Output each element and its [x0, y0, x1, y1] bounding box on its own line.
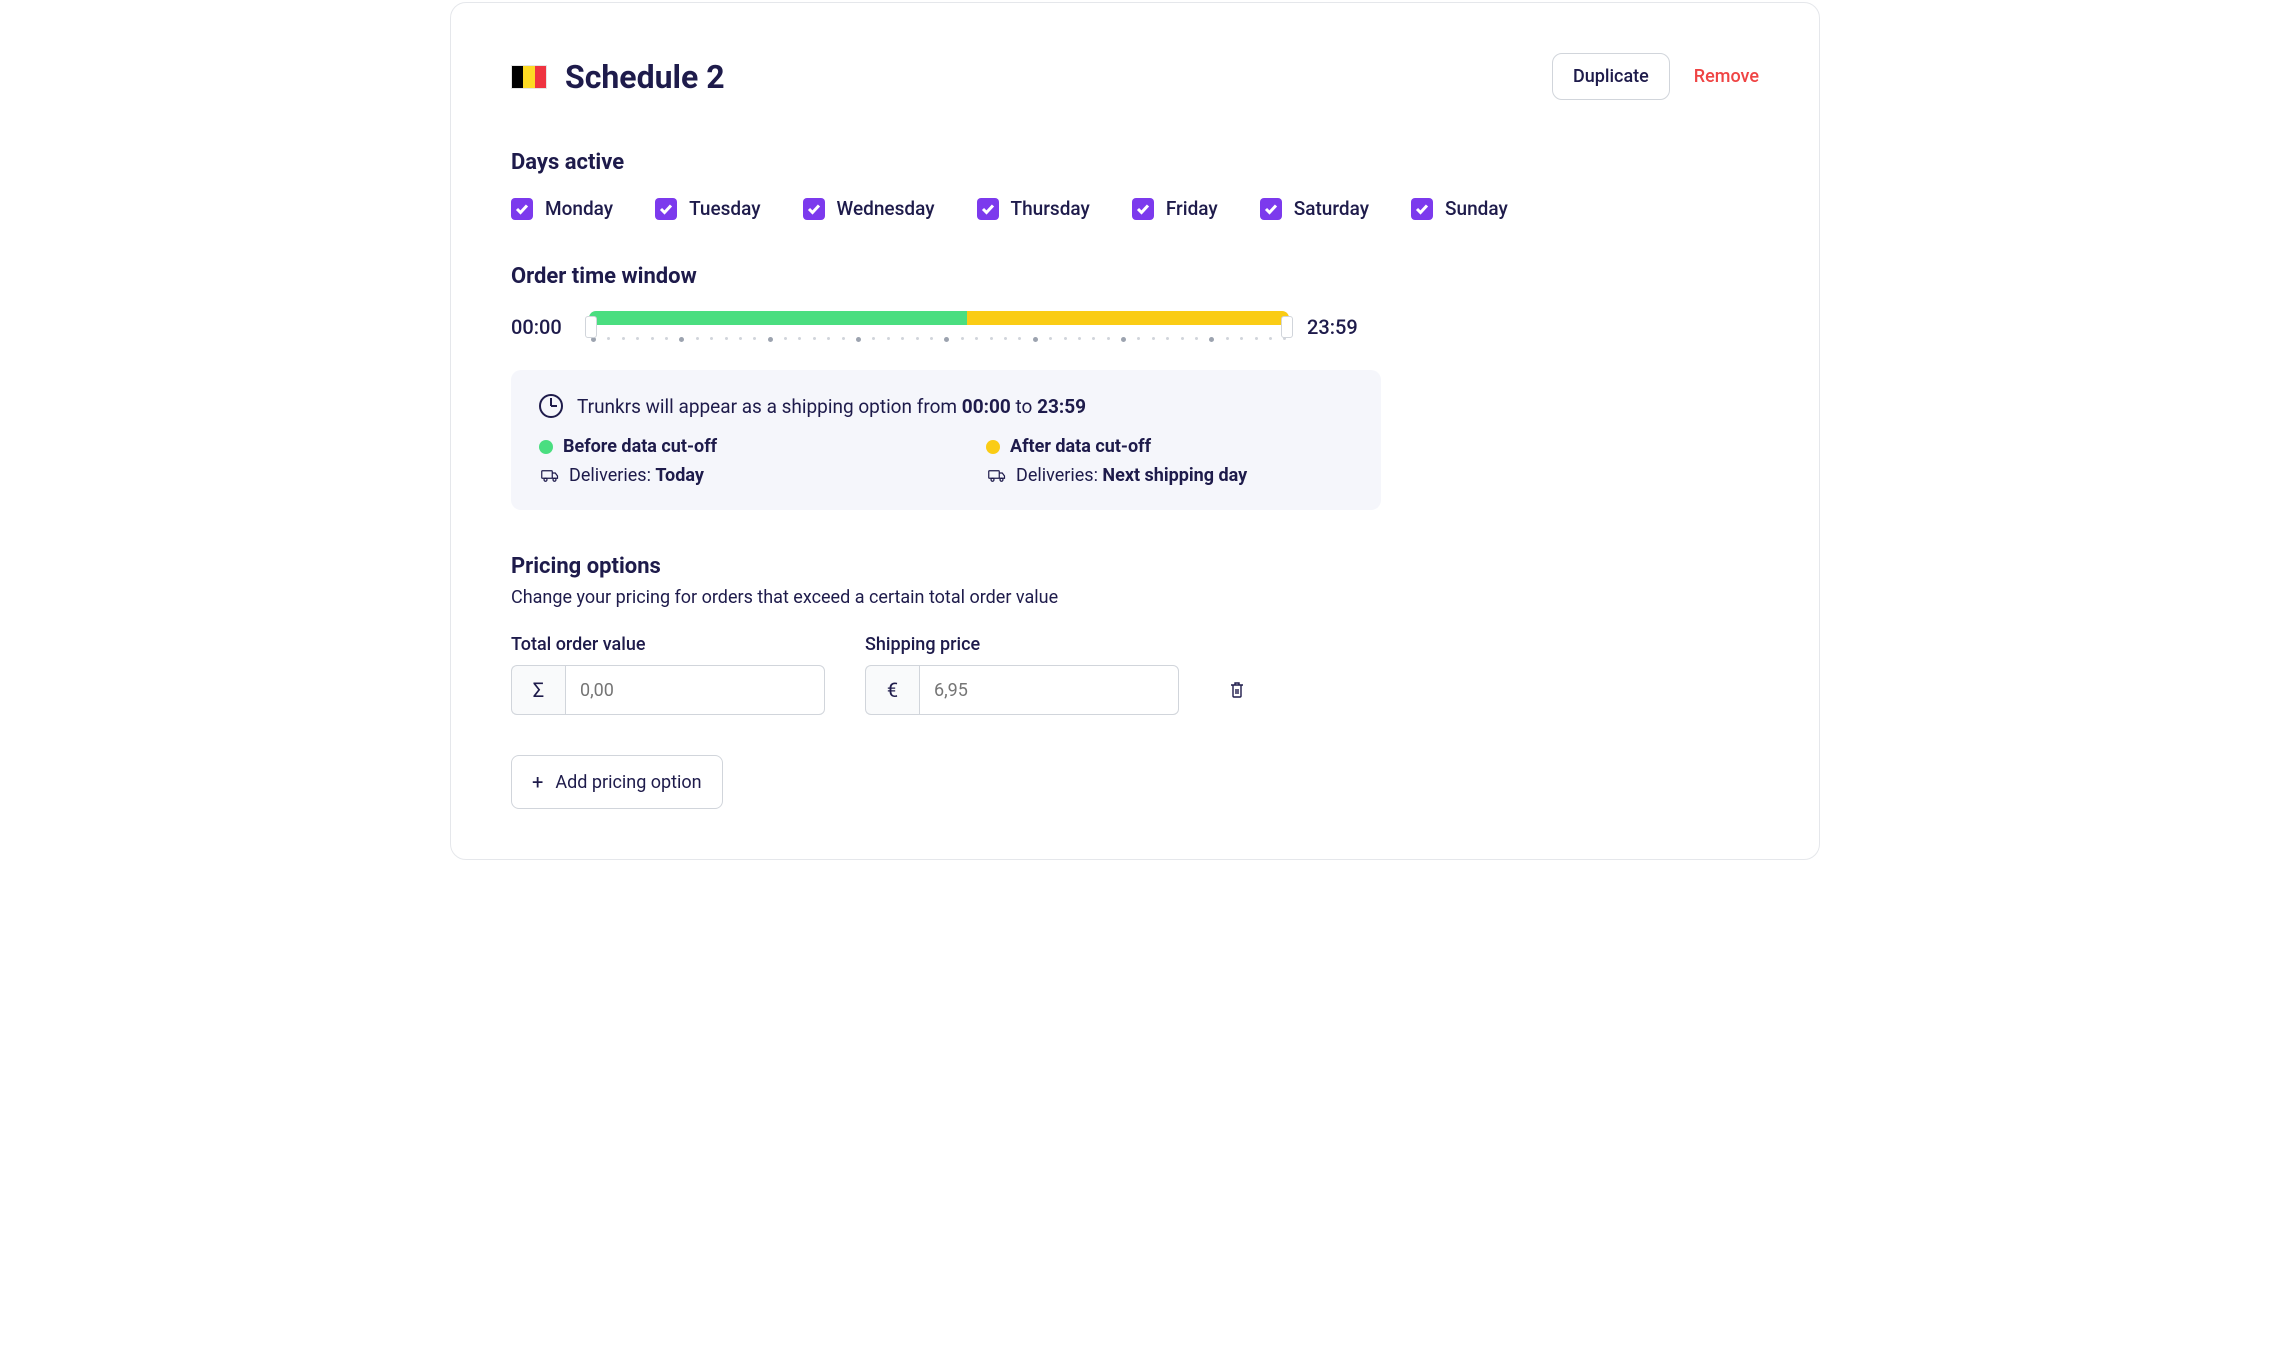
day-thursday: Thursday	[977, 197, 1090, 220]
info-col-after: After data cut-off Deliveries: Next ship…	[986, 436, 1353, 486]
day-label: Friday	[1166, 197, 1218, 220]
days-row: Monday Tuesday Wednesday Thursday Friday…	[511, 197, 1759, 220]
add-pricing-label: Add pricing option	[555, 772, 701, 793]
day-label: Saturday	[1294, 197, 1369, 220]
time-from-label: 00:00	[511, 315, 571, 339]
checkbox-monday[interactable]	[511, 198, 533, 220]
slider-ticks	[589, 325, 1289, 342]
before-title-text: Before data cut-off	[563, 436, 717, 457]
dot-green-icon	[539, 440, 553, 454]
sigma-icon: Σ	[511, 665, 565, 715]
info-col-before: Before data cut-off Deliveries: Today	[539, 436, 906, 486]
slider-handle-left[interactable]	[585, 316, 597, 338]
slider-handle-right[interactable]	[1281, 316, 1293, 338]
checkbox-wednesday[interactable]	[803, 198, 825, 220]
header-actions: Duplicate Remove	[1552, 53, 1759, 100]
time-window-heading: Order time window	[511, 264, 1759, 289]
pricing-row: Total order value Σ Shipping price €	[511, 634, 1759, 715]
truck-icon	[541, 469, 559, 483]
shipping-price-label: Shipping price	[865, 634, 1179, 655]
total-order-input[interactable]	[565, 665, 825, 715]
day-label: Thursday	[1011, 197, 1090, 220]
day-label: Wednesday	[837, 197, 935, 220]
clock-icon	[539, 394, 563, 418]
remove-button[interactable]: Remove	[1694, 66, 1759, 87]
slider-wrap: 00:00 23:59	[511, 311, 1759, 342]
total-order-group: Σ	[511, 665, 825, 715]
checkbox-thursday[interactable]	[977, 198, 999, 220]
delivery-after-text: Deliveries: Next shipping day	[1016, 465, 1247, 486]
cutoff-before-title: Before data cut-off	[539, 436, 906, 457]
total-order-label: Total order value	[511, 634, 825, 655]
info-text-prefix: Trunkrs will appear as a shipping option…	[577, 395, 962, 418]
info-text-mid: to	[1011, 395, 1037, 418]
shipping-price-input[interactable]	[919, 665, 1179, 715]
checkbox-saturday[interactable]	[1260, 198, 1282, 220]
day-tuesday: Tuesday	[655, 197, 760, 220]
delivery-before: Deliveries: Today	[539, 465, 906, 486]
slider-segment-green	[589, 311, 967, 325]
euro-icon: €	[865, 665, 919, 715]
plus-icon: +	[532, 770, 543, 794]
day-label: Tuesday	[689, 197, 760, 220]
delivery-after: Deliveries: Next shipping day	[986, 465, 1353, 486]
time-slider[interactable]	[589, 311, 1289, 342]
info-head: Trunkrs will appear as a shipping option…	[539, 394, 1353, 418]
time-window: 00:00 23:59	[511, 311, 1759, 342]
info-box: Trunkrs will appear as a shipping option…	[511, 370, 1381, 510]
dot-yellow-icon	[986, 440, 1000, 454]
info-time-to: 23:59	[1037, 395, 1086, 418]
pricing-sub: Change your pricing for orders that exce…	[511, 587, 1759, 608]
delete-pricing-button[interactable]	[1219, 665, 1255, 715]
schedule-title: Schedule 2	[565, 58, 725, 96]
day-monday: Monday	[511, 197, 613, 220]
slider-track	[589, 311, 1289, 325]
slider-segment-yellow	[967, 311, 1289, 325]
trash-icon	[1229, 681, 1245, 699]
time-to-label: 23:59	[1307, 315, 1367, 339]
days-active-heading: Days active	[511, 150, 1759, 175]
truck-icon	[988, 469, 1006, 483]
day-wednesday: Wednesday	[803, 197, 935, 220]
checkbox-sunday[interactable]	[1411, 198, 1433, 220]
day-saturday: Saturday	[1260, 197, 1369, 220]
checkbox-tuesday[interactable]	[655, 198, 677, 220]
pricing-heading: Pricing options	[511, 554, 1759, 579]
duplicate-button[interactable]: Duplicate	[1552, 53, 1670, 100]
day-friday: Friday	[1132, 197, 1218, 220]
cutoff-after-title: After data cut-off	[986, 436, 1353, 457]
day-label: Monday	[545, 197, 613, 220]
info-cols: Before data cut-off Deliveries: Today Af…	[539, 436, 1353, 486]
shipping-price-field: Shipping price €	[865, 634, 1179, 715]
checkbox-friday[interactable]	[1132, 198, 1154, 220]
info-time-from: 00:00	[962, 395, 1011, 418]
delivery-before-text: Deliveries: Today	[569, 465, 704, 486]
info-text: Trunkrs will appear as a shipping option…	[577, 395, 1086, 418]
day-sunday: Sunday	[1411, 197, 1508, 220]
total-order-field: Total order value Σ	[511, 634, 825, 715]
after-title-text: After data cut-off	[1010, 436, 1151, 457]
card-header: Schedule 2 Duplicate Remove	[511, 53, 1759, 100]
day-label: Sunday	[1445, 197, 1508, 220]
add-pricing-button[interactable]: + Add pricing option	[511, 755, 723, 809]
schedule-card: Schedule 2 Duplicate Remove Days active …	[450, 2, 1820, 860]
shipping-price-group: €	[865, 665, 1179, 715]
title-wrap: Schedule 2	[511, 58, 725, 96]
flag-belgium-icon	[511, 65, 547, 89]
